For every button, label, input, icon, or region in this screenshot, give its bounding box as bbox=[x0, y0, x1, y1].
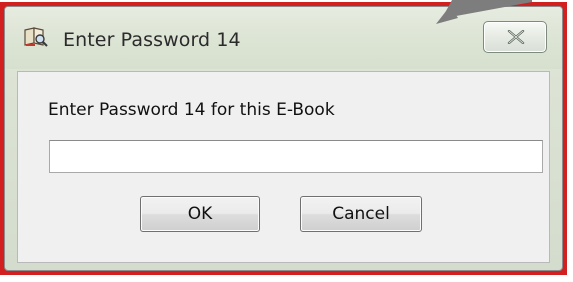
book-search-icon bbox=[23, 26, 49, 48]
pointer-arrow-icon bbox=[436, 0, 532, 24]
cancel-button[interactable]: Cancel bbox=[300, 196, 422, 232]
close-x-icon bbox=[507, 30, 525, 44]
prompt-label: Enter Password 14 for this E-Book bbox=[48, 100, 335, 120]
screenshot-stage: Enter Password 14 Enter Password 14 for … bbox=[0, 0, 573, 282]
window-title: Enter Password 14 bbox=[63, 29, 241, 51]
password-dialog: Enter Password 14 Enter Password 14 for … bbox=[4, 6, 563, 271]
dialog-content: Enter Password 14 for this E-Book OK Can… bbox=[17, 71, 550, 263]
password-input[interactable] bbox=[49, 140, 543, 173]
ok-button[interactable]: OK bbox=[140, 196, 260, 232]
